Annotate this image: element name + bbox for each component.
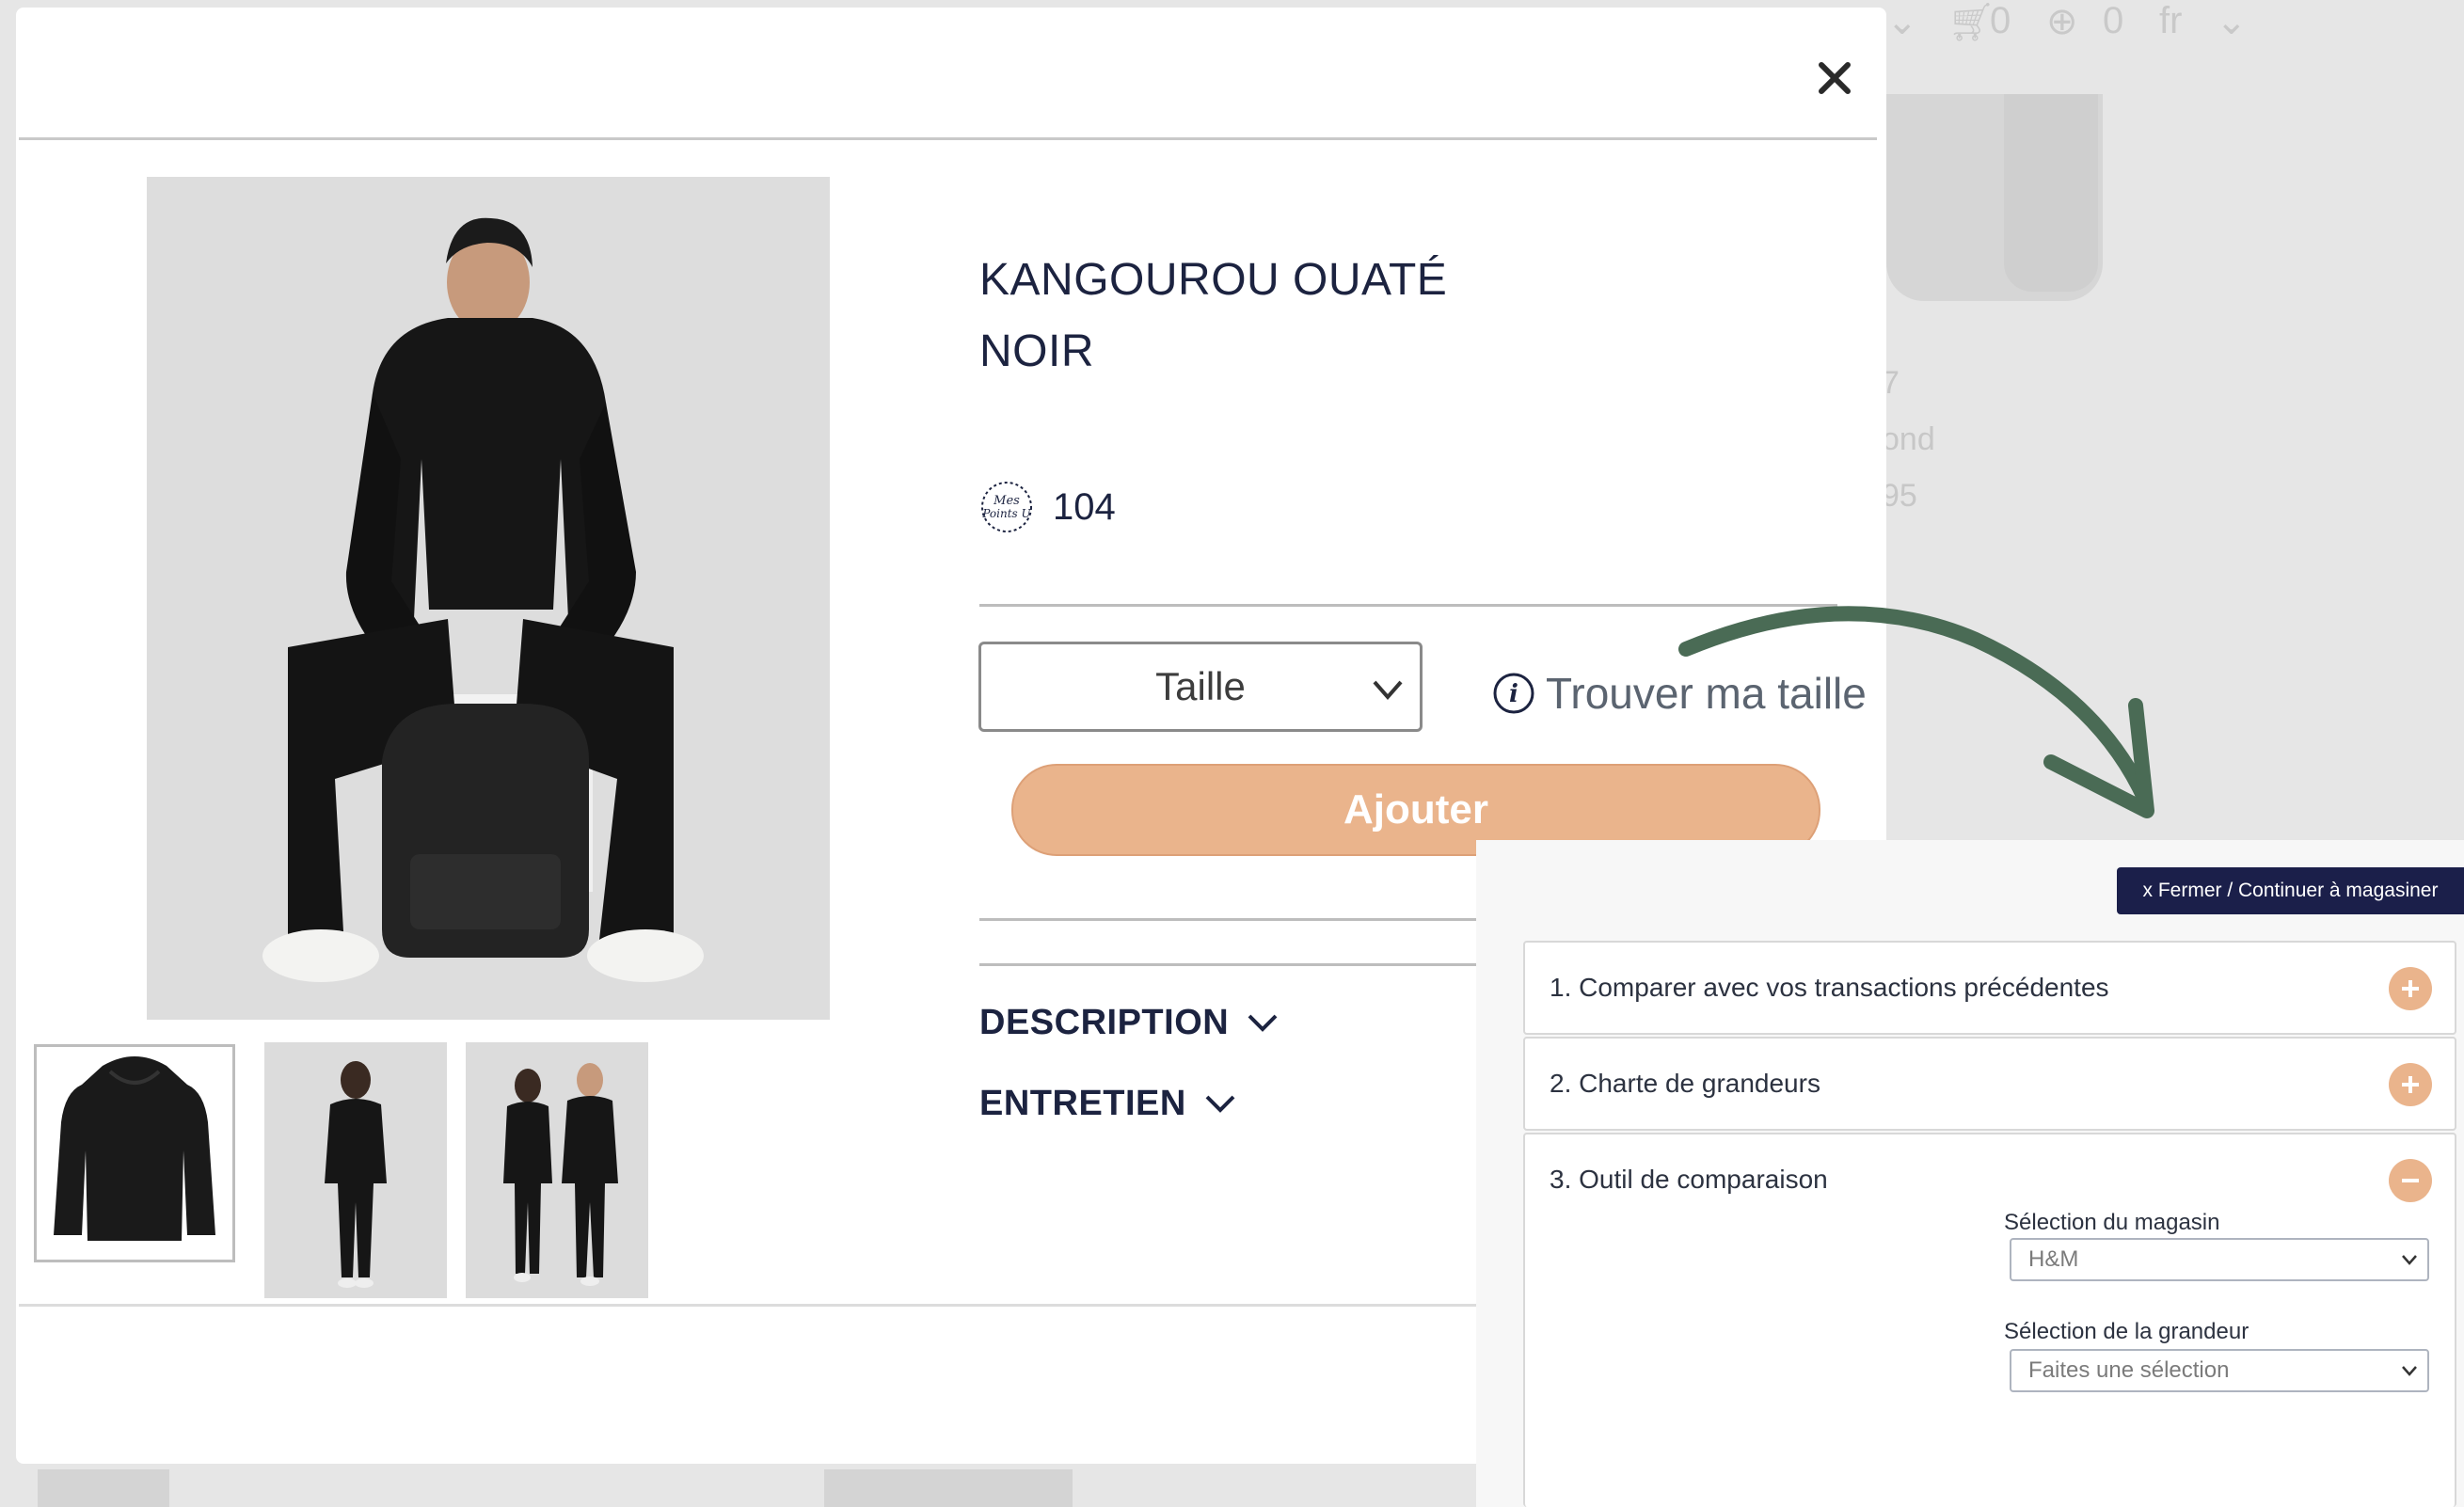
accordion-compare-transactions[interactable]: 1. Comparer avec vos transactions précéd… (1523, 941, 2456, 1035)
care-toggle[interactable]: ENTRETIEN (979, 1084, 1237, 1124)
store-select-value: H&M (2028, 1246, 2079, 1272)
header-divider (19, 137, 1877, 140)
description-label: DESCRIPTION (979, 1003, 1230, 1042)
accordion-comparison-tool[interactable]: 3. Outil de comparaison (1523, 1133, 2456, 1507)
accordion-label: 1. Comparer avec vos transactions précéd… (1550, 973, 2109, 1002)
svg-text:i: i (1509, 680, 1518, 708)
background-text: ond (1882, 421, 1935, 457)
product-main-image (147, 177, 830, 1020)
accordion-label: 2. Charte de grandeurs (1550, 1069, 1820, 1098)
chevron-down-icon (1205, 1095, 1235, 1113)
cart-icon: 🛒︎ (1947, 2, 1995, 43)
description-toggle[interactable]: DESCRIPTION (979, 1003, 1280, 1043)
product-color: NOIR (979, 326, 1094, 376)
info-icon: i (1493, 673, 1534, 714)
close-icon[interactable] (1811, 55, 1858, 102)
chevron-down-icon (1373, 680, 1403, 701)
size-select[interactable]: Taille (978, 642, 1423, 732)
background-header: ⌄ 🛒︎ 0 ⊕ 0 fr ⌄ (1886, 0, 2464, 66)
background-text: 95 (1882, 478, 1917, 514)
background-product-image-2 (2004, 94, 2098, 292)
thumbnail-hoodie[interactable] (34, 1044, 235, 1262)
product-name: KANGOUROU OUATÉ (979, 255, 1448, 305)
chevron-down-icon (1248, 1014, 1278, 1032)
size-compare-select[interactable]: Faites une sélection (2010, 1349, 2429, 1392)
curved-arrow-icon (1678, 606, 2154, 818)
mes-points-u-badge-icon: Mes Points U (981, 482, 1032, 532)
points-value: 104 (1053, 485, 1116, 528)
size-select-label: Sélection de la grandeur (2004, 1319, 2249, 1344)
chevron-down-icon (2402, 1255, 2417, 1265)
size-compare-select-value: Faites une sélection (2028, 1357, 2230, 1383)
chevron-down-icon (2402, 1366, 2417, 1376)
plus-icon[interactable] (2389, 967, 2432, 1010)
svg-text:Points U: Points U (981, 507, 1031, 520)
language-chevron-icon: ⌄ (2216, 1, 2248, 42)
thumbnail-model-woman[interactable] (264, 1042, 447, 1298)
store-select[interactable]: H&M (2010, 1238, 2429, 1281)
accordion-size-chart[interactable]: 2. Charte de grandeurs (1523, 1037, 2456, 1131)
svg-text:Mes: Mes (993, 494, 1020, 508)
store-select-label: Sélection du magasin (2004, 1210, 2220, 1235)
size-select-value: Taille (1155, 664, 1246, 708)
dropdown-chevron-icon: ⌄ (1886, 1, 1918, 42)
minus-icon[interactable] (2389, 1159, 2432, 1202)
background-strip (824, 1469, 1073, 1507)
language-label: fr (2159, 0, 2183, 41)
points-count: 0 (2103, 0, 2124, 41)
cart-count: 0 (1990, 0, 2011, 41)
points-row: Mes Points U 104 (979, 480, 1116, 534)
points-icon: ⊕ (2046, 1, 2078, 42)
accordion-label: 3. Outil de comparaison (1550, 1165, 1828, 1194)
product-title: KANGOUROU OUATÉ NOIR (979, 245, 1447, 388)
care-label: ENTRETIEN (979, 1084, 1186, 1123)
close-continue-shopping-button[interactable]: x Fermer / Continuer à magasiner (2117, 867, 2464, 914)
thumbnail-couple[interactable] (466, 1042, 648, 1298)
plus-icon[interactable] (2389, 1063, 2432, 1106)
background-strip (38, 1469, 169, 1507)
